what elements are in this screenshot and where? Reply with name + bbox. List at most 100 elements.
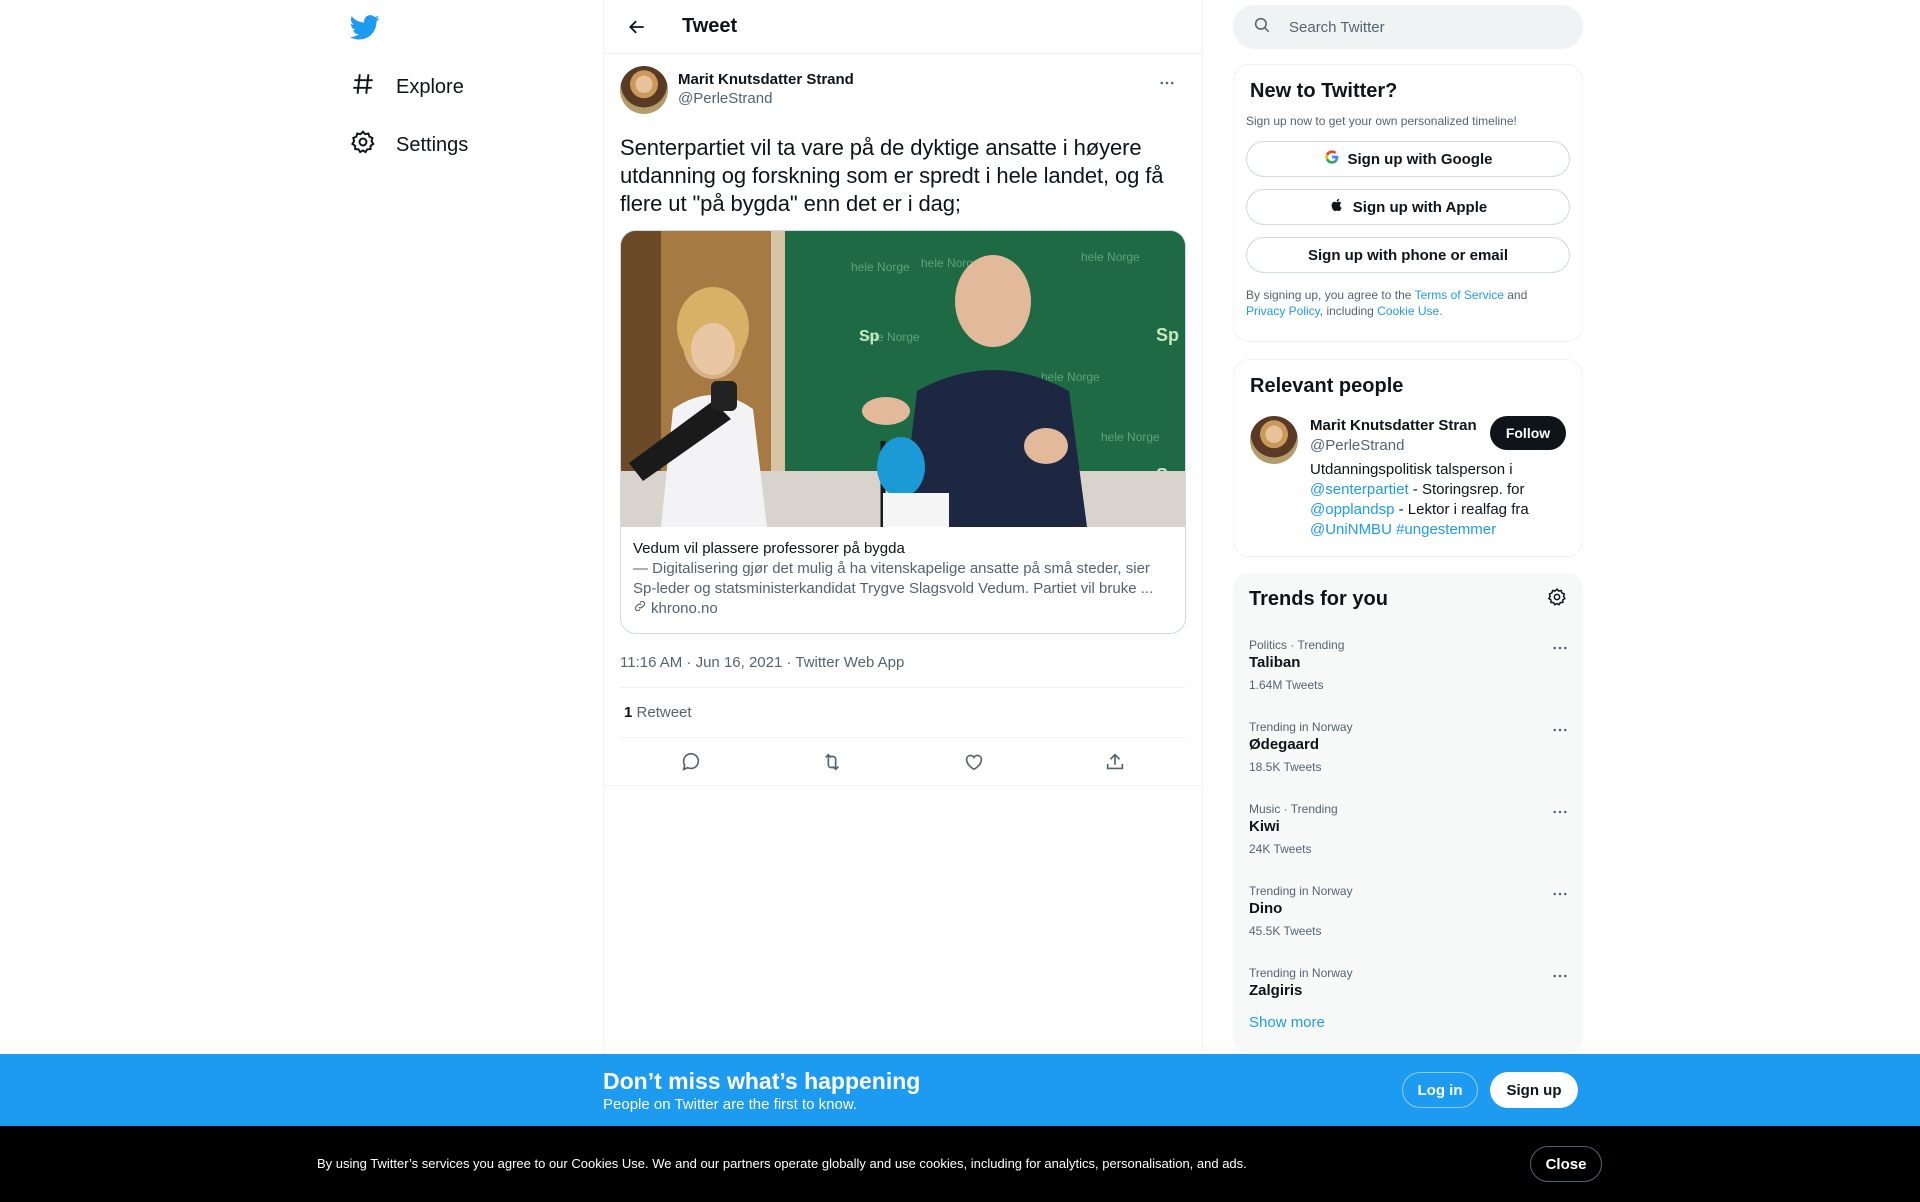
trend-count: 24K Tweets [1249, 842, 1312, 856]
card-image: hele Norge hele Norge hele Norge hele Norg… [621, 231, 1185, 527]
more-options-icon[interactable] [1152, 68, 1182, 98]
retweet-icon[interactable] [815, 745, 849, 779]
tweet-stats[interactable]: 1 Retweet [620, 688, 1186, 738]
trend-category: Trending in Norway [1249, 720, 1353, 734]
close-button[interactable]: Close [1530, 1146, 1602, 1182]
trend-title: Dino [1249, 900, 1283, 917]
card-domain: khrono.no [633, 599, 1173, 619]
legal-text: By signing up, you agree to the [1246, 288, 1415, 302]
svg-text:Sp: Sp [1156, 325, 1179, 345]
signup-phone-button[interactable]: Sign up with phone or email [1246, 237, 1570, 273]
signup-apple-label: Sign up with Apple [1352, 198, 1488, 216]
twitter-logo-icon[interactable] [349, 12, 382, 44]
nav-explore-label: Explore [396, 75, 464, 98]
retweet-count: 1 [624, 704, 633, 721]
terms-link[interactable]: Terms of Service [1415, 288, 1504, 302]
relevant-avatar[interactable] [1250, 416, 1298, 464]
author-handle[interactable]: @PerleStrand [678, 89, 854, 109]
trend-title: Zalgiris [1249, 982, 1303, 999]
nav-settings[interactable]: Settings [350, 125, 468, 165]
trends-settings-icon[interactable] [1547, 587, 1567, 612]
trends-box: Trends for you Politics · Trending Talib… [1233, 573, 1583, 1053]
like-icon[interactable] [957, 745, 991, 779]
signup-google-label: Sign up with Google [1347, 150, 1493, 168]
relevant-name[interactable]: Marit Knutsdatter Strand [1310, 416, 1476, 436]
signup-legal: By signing up, you agree to the Terms of… [1246, 287, 1570, 319]
signup-google-button[interactable]: Sign up with Google [1246, 141, 1570, 177]
retweet-label: Retweet [636, 704, 692, 721]
svg-text:hele Norge: hele Norge [1081, 250, 1140, 264]
bio-text-3: - Lektor i realfag fra [1394, 501, 1529, 518]
trends-title: Trends for you [1249, 587, 1388, 610]
privacy-link[interactable]: Privacy Policy [1246, 304, 1320, 318]
trend-item[interactable]: Trending in Norway Ødegaard 18.5K Tweets [1233, 707, 1583, 789]
more-options-icon[interactable] [1551, 885, 1569, 908]
follow-button[interactable]: Follow [1490, 416, 1566, 450]
mention-opplandsp[interactable]: @opplandsp [1310, 501, 1394, 518]
more-options-icon[interactable] [1551, 967, 1569, 990]
bio-text-1: Utdanningspolitisk talsperson i [1310, 461, 1513, 478]
google-icon [1324, 149, 1340, 169]
trend-item[interactable]: Politics · Trending Taliban 1.64M Tweets [1233, 625, 1583, 707]
show-more-link[interactable]: Show more [1233, 1013, 1583, 1033]
cookie-link[interactable]: Cookie Use. [1377, 304, 1442, 318]
trend-item[interactable]: Trending in Norway Dino 45.5K Tweets [1233, 871, 1583, 953]
share-icon[interactable] [1098, 745, 1132, 779]
tweet-text: Senterpartiet vil ta vare på de dyktige … [620, 135, 1164, 216]
legal-including: , including [1319, 304, 1378, 318]
hashtag-icon [350, 71, 376, 103]
signup-title: New to Twitter? [1250, 80, 1398, 102]
signup-button[interactable]: Sign up [1490, 1072, 1578, 1108]
trend-category: Trending in Norway [1249, 966, 1353, 980]
svg-text:hele Norge: hele Norge [851, 260, 910, 274]
trend-count: 1.64M Tweets [1249, 678, 1324, 692]
search-icon [1253, 16, 1289, 38]
trend-item[interactable]: Trending in Norway Zalgiris [1233, 953, 1583, 1013]
link-card[interactable]: hele Norge hele Norge hele Norge hele Norg… [620, 230, 1186, 634]
page-title: Tweet [682, 15, 738, 37]
more-options-icon[interactable] [1551, 803, 1569, 826]
link-icon [633, 599, 647, 619]
avatar[interactable] [620, 66, 668, 114]
signup-box: New to Twitter? Sign up now to get your … [1233, 64, 1583, 342]
trend-title: Taliban [1249, 654, 1301, 671]
author-name[interactable]: Marit Knutsdatter Strand [678, 70, 854, 89]
svg-text:hele Norge: hele Norge [1101, 430, 1160, 444]
mention-uninmbu[interactable]: @UniNMBU [1310, 521, 1392, 538]
signup-apple-button[interactable]: Sign up with Apple [1246, 189, 1570, 225]
trend-item[interactable]: Music · Trending Kiwi 24K Tweets [1233, 789, 1583, 871]
cookie-bar: By using Twitter’s services you agree to… [0, 1126, 1920, 1202]
tweet: Marit Knutsdatter Strand @PerleStrand Se… [604, 54, 1202, 786]
card-title: Vedum vil plassere professorer på bygda [633, 540, 905, 557]
trend-title: Ødegaard [1249, 736, 1320, 753]
hashtag-ungestemmer[interactable]: #ungestemmer [1396, 521, 1496, 538]
trend-count: 18.5K Tweets [1249, 760, 1322, 774]
cookie-text: By using Twitter’s services you agree to… [317, 1156, 1247, 1171]
legal-and: and [1503, 288, 1528, 302]
page-header: Tweet [604, 0, 1202, 54]
relevant-title: Relevant people [1250, 375, 1404, 397]
trend-category: Music · Trending [1249, 802, 1338, 816]
relevant-handle[interactable]: @PerleStrand [1310, 436, 1476, 456]
trend-category: Politics · Trending [1249, 638, 1345, 652]
mention-senterpartiet[interactable]: @senterpartiet [1310, 481, 1409, 498]
banner-headline: Don’t miss what’s happening [603, 1068, 921, 1094]
more-options-icon[interactable] [1551, 639, 1569, 662]
trend-title: Kiwi [1249, 818, 1280, 835]
trend-category: Trending in Norway [1249, 884, 1353, 898]
reply-icon[interactable] [674, 745, 708, 779]
relevant-person[interactable]: Marit Knutsdatter Strand @PerleStrand Fo… [1250, 416, 1566, 556]
more-options-icon[interactable] [1551, 721, 1569, 744]
back-arrow-icon[interactable] [620, 10, 654, 44]
signup-subtitle: Sign up now to get your own personalized… [1246, 114, 1517, 128]
signup-phone-label: Sign up with phone or email [1307, 246, 1508, 264]
relevant-people-box: Relevant people Marit Knutsdatter Strand… [1233, 359, 1583, 557]
card-body: Vedum vil plassere professorer på bygda … [621, 527, 1185, 633]
tweet-meta[interactable]: 11:16 AM · Jun 16, 2021 · Twitter Web Ap… [620, 638, 1186, 688]
search-input[interactable]: Search Twitter [1233, 5, 1583, 49]
card-description: — Digitalisering gjør det mulig å ha vit… [633, 560, 1154, 597]
nav-explore[interactable]: Explore [350, 67, 464, 107]
login-button[interactable]: Log in [1402, 1072, 1478, 1108]
relevant-bio: Utdanningspolitisk talsperson i @senterp… [1310, 460, 1570, 540]
apple-icon [1329, 197, 1345, 217]
